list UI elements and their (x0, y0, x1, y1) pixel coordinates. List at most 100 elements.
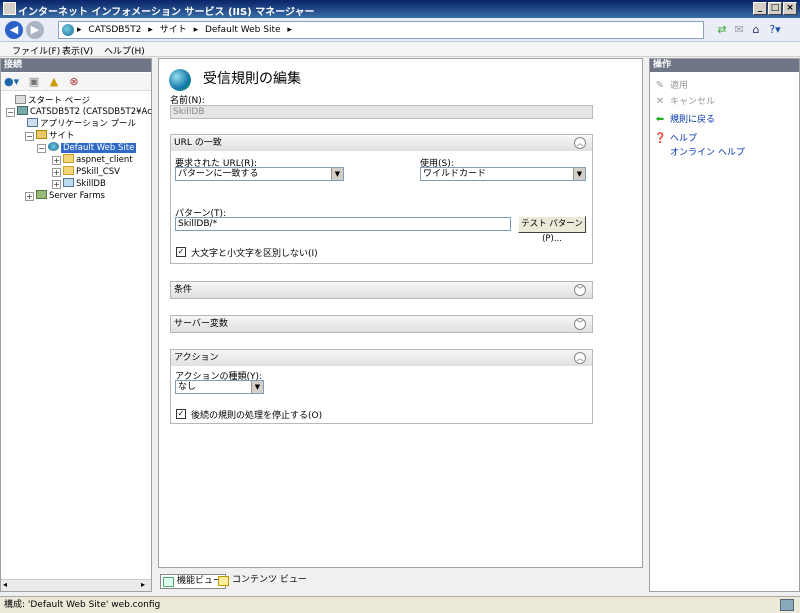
server-farm-icon (36, 190, 47, 199)
expand-skilldb-toggle[interactable]: + (52, 180, 61, 189)
minimize-button[interactable]: _ (753, 2, 767, 15)
start-page-icon (15, 95, 26, 104)
home-icon[interactable]: ⌂ (749, 23, 763, 37)
using-select[interactable]: ワイルドカード ▼ (420, 167, 586, 181)
server-variables-header[interactable]: サーバー変数 (171, 316, 592, 332)
expand-chevron-icon[interactable]: ﹀ (574, 284, 586, 296)
connect-icon[interactable]: ⇄ (715, 23, 729, 37)
edit-rule-panel: 受信規則の編集 名前(N): SkillDB URL の一致 ︿ 要求された U… (158, 58, 643, 568)
url-match-section: URL の一致 ︿ 要求された URL(R): パターンに一致する ▼ 使用(S)… (170, 134, 593, 264)
sites-icon (36, 130, 47, 139)
action-help[interactable]: ❓ ヘルプ (654, 132, 697, 145)
actions-header: 操作 (650, 59, 799, 72)
test-pattern-button[interactable]: テスト パターン(P)... (518, 216, 586, 244)
expand-chevron-icon[interactable]: ﹀ (574, 318, 586, 330)
connections-header: 接続 (1, 59, 151, 72)
action-back-to-rules[interactable]: ⬅ 規則に戻る (654, 113, 715, 126)
back-green-arrow-icon: ⬅ (655, 114, 665, 125)
tree-item-default-web-site[interactable]: Default Web Site (48, 142, 137, 154)
connect-to-server-icon[interactable]: ●▾ (4, 75, 19, 89)
collapse-server-toggle[interactable]: − (6, 108, 15, 117)
menu-view[interactable]: 表示(V) (62, 44, 93, 57)
conditions-header[interactable]: 条件 (171, 282, 592, 298)
chevron-down-icon[interactable]: ▼ (573, 168, 585, 180)
view-tabs: 機能ビュー コンテンツ ビュー (158, 573, 643, 591)
chevron-down-icon[interactable]: ▼ (331, 168, 343, 180)
action-header[interactable]: アクション (171, 350, 592, 366)
action-online-help[interactable]: オンライン ヘルプ (670, 147, 745, 160)
action-cancel[interactable]: ✕ キャンセル (654, 95, 715, 108)
iis-app-icon (3, 2, 16, 15)
scroll-right-icon[interactable]: ▸ (141, 580, 145, 589)
tree-item-aspnet-client[interactable]: aspnet_client (63, 154, 133, 166)
remove-connection-icon[interactable]: ⊗ (67, 75, 81, 89)
scroll-left-icon[interactable]: ◂ (3, 580, 7, 589)
connections-pane: 接続 ●▾ ▣ ▲ ⊗ スタート ページ − CATSDB5T2 (CATSDB… (0, 58, 152, 592)
up-folder-icon[interactable]: ▲ (47, 75, 61, 89)
tree-item-server-farms[interactable]: Server Farms (36, 190, 105, 202)
chevron-down-icon[interactable]: ▼ (251, 381, 263, 393)
collapse-default-site-toggle[interactable]: − (37, 144, 46, 153)
tree-item-pskill-csv[interactable]: PSkill_CSV (63, 166, 120, 178)
network-status-icon (780, 599, 794, 611)
content-view-icon (218, 576, 229, 586)
menu-help[interactable]: ヘルプ(H) (104, 44, 145, 57)
breadcrumb-site[interactable]: Default Web Site (205, 25, 281, 35)
globe-icon (48, 142, 59, 151)
breadcrumb-server[interactable]: CATSDB5T2 (88, 25, 141, 35)
expand-pskill-toggle[interactable]: + (52, 168, 61, 177)
features-view-icon (163, 577, 174, 587)
mail-icon[interactable]: ✉ (732, 23, 746, 37)
app-pool-icon (27, 118, 38, 127)
collapse-sites-toggle[interactable]: − (25, 132, 34, 141)
expand-server-farms-toggle[interactable]: + (25, 192, 34, 201)
save-icon[interactable]: ▣ (27, 75, 41, 89)
horizontal-scrollbar[interactable]: ◂ ▸ (1, 579, 151, 591)
stop-processing-label: 後続の規則の処理を停止する(O) (191, 411, 323, 421)
action-section: アクション ︿ アクションの種類(Y): なし ▼ ✓ 後続の規則の処理を停止する… (170, 349, 593, 424)
expand-aspnet-toggle[interactable]: + (52, 156, 61, 165)
server-variables-section[interactable]: サーバー変数 ﹀ (170, 315, 593, 333)
tab-content-view[interactable]: コンテンツ ビュー (216, 574, 310, 589)
server-icon (17, 106, 28, 115)
globe-icon (62, 24, 74, 36)
name-field[interactable]: SkillDB (170, 105, 593, 119)
help-icon: ❓ (654, 133, 667, 144)
close-button[interactable]: × (783, 2, 797, 15)
cancel-icon: ✕ (655, 96, 665, 107)
requested-url-select[interactable]: パターンに一致する ▼ (175, 167, 344, 181)
title-bar: インターネット インフォメーション サービス (IIS) マネージャー _ □ … (0, 0, 800, 18)
help-dropdown-icon[interactable]: ?▾ (768, 23, 782, 37)
maximize-button[interactable]: □ (768, 2, 782, 15)
tree-item-app-pools[interactable]: アプリケーション プール (27, 118, 136, 130)
folder-icon (63, 166, 74, 175)
forward-arrow-icon[interactable]: ▶ (26, 21, 44, 39)
action-apply[interactable]: ✎ 適用 (654, 79, 688, 92)
status-text: 構成: 'Default Web Site' web.config (4, 600, 161, 610)
action-type-select[interactable]: なし ▼ (175, 380, 264, 394)
app-icon (63, 178, 74, 187)
tree-item-server[interactable]: CATSDB5T2 (CATSDB5T2¥Ac (17, 106, 152, 118)
breadcrumb[interactable]: ▸ CATSDB5T2 ▸ サイト ▸ Default Web Site ▸ (58, 21, 704, 39)
globe-icon (169, 69, 191, 91)
url-match-header[interactable]: URL の一致 (171, 135, 592, 151)
apply-icon: ✎ (655, 80, 665, 91)
collapse-chevron-icon[interactable]: ︿ (574, 137, 586, 149)
status-bar: 構成: 'Default Web Site' web.config (0, 596, 800, 613)
conditions-section[interactable]: 条件 ﹀ (170, 281, 593, 299)
connections-toolbar: ●▾ ▣ ▲ ⊗ (1, 73, 151, 91)
tree-item-sites[interactable]: サイト (36, 130, 75, 142)
window-title: インターネット インフォメーション サービス (IIS) マネージャー (18, 7, 315, 18)
ignore-case-checkbox[interactable]: ✓ (176, 247, 186, 257)
menu-file[interactable]: ファイル(F) (12, 44, 60, 57)
folder-icon (63, 154, 74, 163)
breadcrumb-sites[interactable]: サイト (160, 25, 187, 35)
tree-item-skilldb[interactable]: SkillDB (63, 178, 106, 190)
address-bar: ◀ ▶ ▸ CATSDB5T2 ▸ サイト ▸ Default Web Site… (0, 18, 800, 42)
menu-bar: ファイル(F) 表示(V) ヘルプ(H) (0, 42, 800, 57)
stop-processing-checkbox[interactable]: ✓ (176, 409, 186, 419)
back-arrow-icon[interactable]: ◀ (5, 21, 23, 39)
collapse-chevron-icon[interactable]: ︿ (574, 352, 586, 364)
page-title: 受信規則の編集 (203, 71, 301, 87)
pattern-input[interactable]: SkillDB/* (175, 217, 511, 231)
